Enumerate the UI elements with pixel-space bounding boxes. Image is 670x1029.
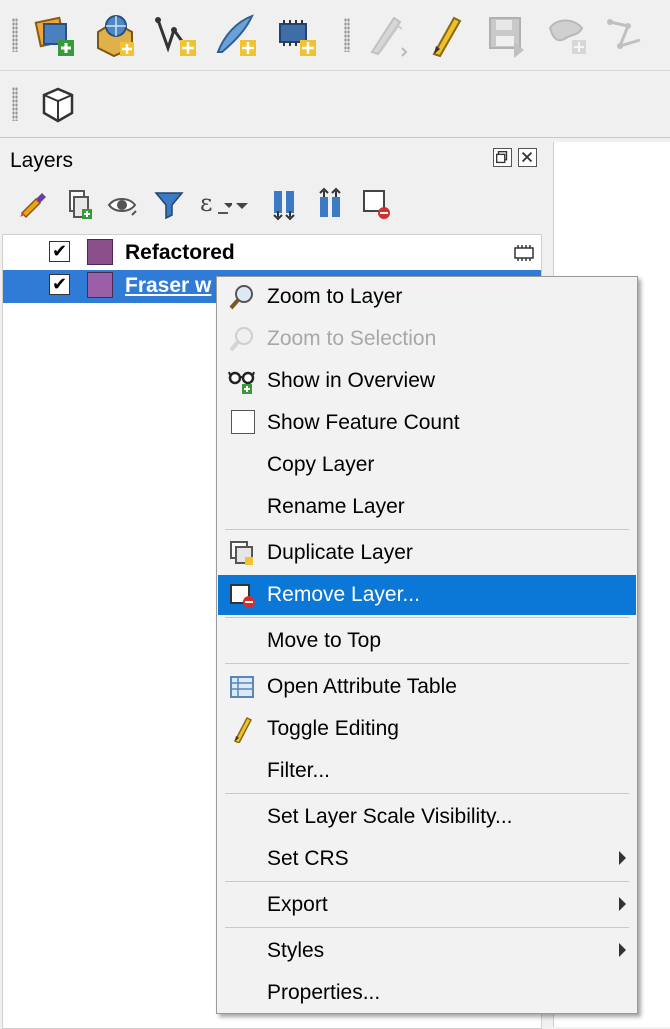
open-data-source-manager-icon[interactable] — [92, 12, 138, 58]
layer-row-refactored[interactable]: ✔ Refactored — [3, 237, 541, 270]
current-edits-icon[interactable] — [364, 12, 410, 58]
new-line-layer-icon[interactable] — [212, 12, 258, 58]
menu-item-properties[interactable]: Properties... — [218, 973, 636, 1013]
toggle-editing-icon[interactable] — [424, 12, 470, 58]
submenu-arrow-icon — [619, 851, 626, 865]
menu-item-label: Toggle Editing — [267, 717, 399, 740]
toolbar-grip[interactable] — [344, 18, 350, 52]
submenu-arrow-icon — [619, 897, 626, 911]
menu-separator — [225, 793, 629, 794]
checkbox-icon[interactable] — [231, 410, 255, 434]
manage-visibility-icon[interactable] — [106, 187, 140, 221]
close-panel-icon[interactable] — [518, 148, 537, 167]
menu-item-filter[interactable]: Filter... — [218, 751, 636, 791]
zoom-selection-icon — [228, 325, 256, 353]
overview-icon — [228, 367, 256, 395]
menu-item-label: Show in Overview — [267, 369, 436, 392]
layer-name: Fraser w — [125, 274, 212, 297]
memory-layer-icon[interactable] — [512, 243, 536, 263]
menu-item-export[interactable]: Export — [218, 885, 636, 925]
secondary-toolbar — [0, 71, 670, 138]
svg-text:ε: ε — [200, 189, 212, 217]
layer-symbol-swatch[interactable] — [87, 272, 113, 298]
pencil-icon — [228, 715, 256, 743]
menu-item-open-attribute-table[interactable]: Open Attribute Table — [218, 667, 636, 707]
duplicate-icon — [228, 539, 256, 567]
menu-item-toggle-editing[interactable]: Toggle Editing — [218, 709, 636, 749]
filter-expression-icon[interactable]: ε — [198, 187, 232, 221]
menu-item-label: Properties... — [267, 981, 381, 1004]
menu-separator — [225, 663, 629, 664]
digitize-icon[interactable] — [544, 12, 590, 58]
add-group-icon[interactable] — [62, 187, 96, 221]
save-edits-icon[interactable] — [484, 12, 530, 58]
new-vector-layer-icon[interactable] — [152, 12, 198, 58]
menu-item-label: Set Layer Scale Visibility... — [267, 805, 513, 828]
chevron-down-icon[interactable] — [232, 187, 252, 221]
menu-item-label: Set CRS — [267, 847, 349, 870]
float-panel-icon[interactable] — [493, 148, 512, 167]
submenu-arrow-icon — [619, 943, 626, 957]
menu-item-show-in-overview[interactable]: Show in Overview — [218, 361, 636, 401]
new-virtual-layer-icon[interactable] — [272, 12, 318, 58]
menu-item-label: Copy Layer — [267, 453, 375, 476]
layer-visibility-checkbox[interactable]: ✔ — [49, 274, 70, 295]
menu-item-label: Styles — [267, 939, 325, 962]
zoom-icon — [228, 283, 256, 311]
menu-item-styles[interactable]: Styles — [218, 931, 636, 971]
main-toolbar — [0, 0, 670, 71]
menu-item-set-layer-scale-visibility[interactable]: Set Layer Scale Visibility... — [218, 797, 636, 837]
vertex-tool-icon[interactable] — [604, 12, 650, 58]
panel-title: Layers — [10, 149, 74, 172]
menu-item-zoom-to-layer[interactable]: Zoom to Layer — [218, 277, 636, 317]
menu-item-duplicate-layer[interactable]: Duplicate Layer — [218, 533, 636, 573]
style-manager-icon[interactable] — [16, 187, 50, 221]
shape-icon[interactable] — [34, 81, 80, 127]
toolbar-grip[interactable] — [12, 18, 18, 52]
menu-item-zoom-to-selection[interactable]: Zoom to Selection — [218, 319, 636, 359]
layer-visibility-checkbox[interactable]: ✔ — [49, 241, 70, 262]
menu-item-label: Zoom to Selection — [267, 327, 437, 350]
menu-item-set-crs[interactable]: Set CRS — [218, 839, 636, 879]
menu-item-label: Rename Layer — [267, 495, 405, 518]
toolbar-grip[interactable] — [12, 87, 18, 121]
collapse-all-icon[interactable] — [314, 187, 348, 221]
menu-item-label: Show Feature Count — [267, 411, 460, 434]
menu-item-show-feature-count[interactable]: Show Feature Count — [218, 403, 636, 443]
menu-item-remove-layer[interactable]: Remove Layer... — [218, 575, 636, 615]
layer-context-menu: Zoom to Layer Zoom to Selection Show in … — [216, 276, 638, 1014]
menu-item-move-to-top[interactable]: Move to Top — [218, 621, 636, 661]
layer-symbol-swatch[interactable] — [87, 239, 113, 265]
menu-item-label: Filter... — [267, 759, 331, 782]
menu-item-label: Open Attribute Table — [267, 675, 457, 698]
layer-name: Refactored — [125, 241, 235, 264]
new-project-icon[interactable] — [32, 12, 78, 58]
table-icon — [228, 673, 256, 701]
menu-separator — [225, 927, 629, 928]
menu-item-label: Move to Top — [267, 629, 382, 652]
expand-all-icon[interactable] — [268, 187, 302, 221]
menu-item-label: Remove Layer... — [267, 583, 420, 606]
menu-separator — [225, 617, 629, 618]
menu-item-rename-layer[interactable]: Rename Layer — [218, 487, 636, 527]
remove-layer-icon[interactable] — [360, 187, 394, 221]
menu-item-label: Duplicate Layer — [267, 541, 413, 564]
remove-layer-icon — [228, 581, 256, 609]
menu-separator — [225, 881, 629, 882]
menu-item-label: Export — [267, 893, 328, 916]
menu-item-copy-layer[interactable]: Copy Layer — [218, 445, 636, 485]
menu-item-label: Zoom to Layer — [267, 285, 403, 308]
filter-legend-icon[interactable] — [152, 187, 186, 221]
menu-separator — [225, 529, 629, 530]
